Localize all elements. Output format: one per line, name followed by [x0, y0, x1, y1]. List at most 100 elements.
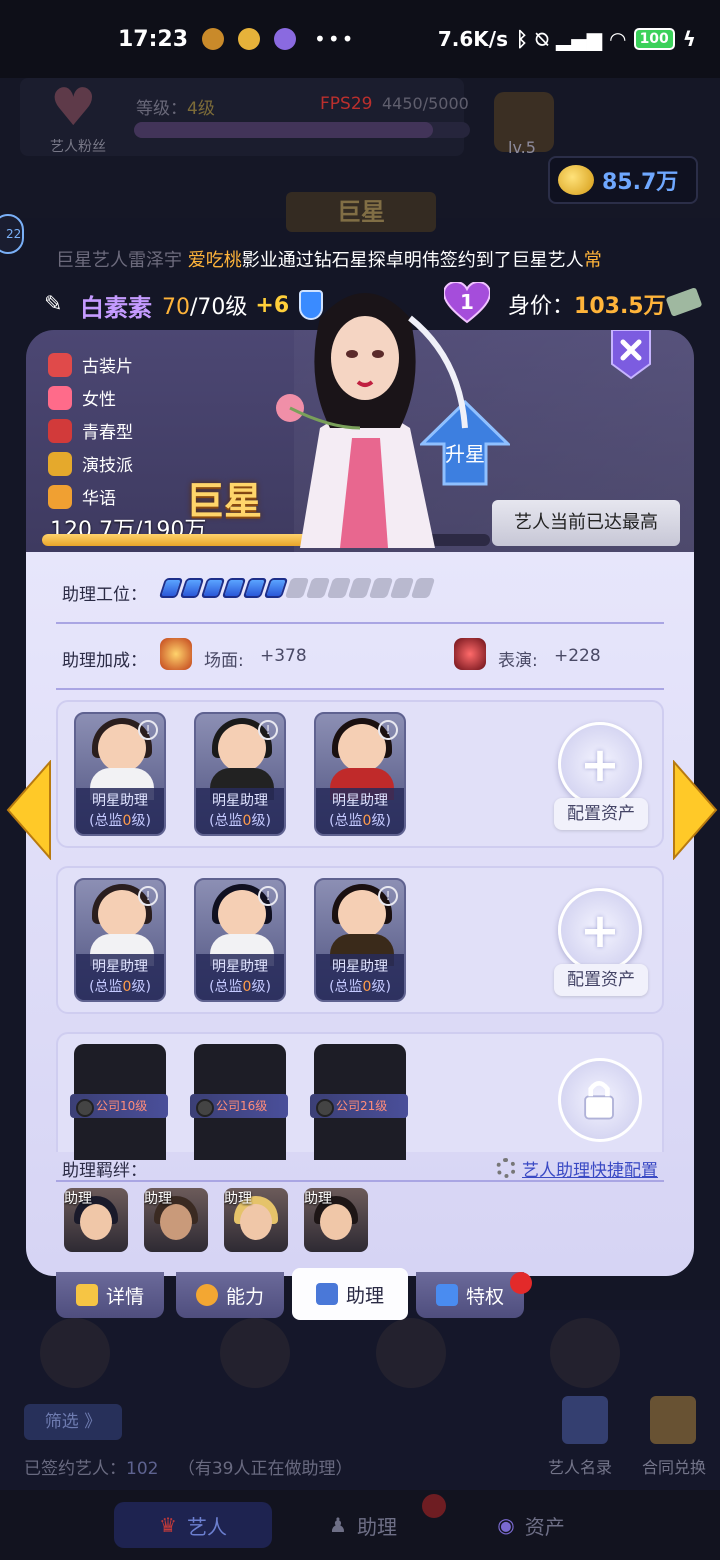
assistant-card[interactable]: ! 明星助理 (总监0级): [314, 878, 406, 1002]
fan-label: 艺人粉丝: [50, 139, 106, 155]
rename-pen-icon[interactable]: ✎: [44, 292, 70, 318]
rank-banner: 巨星: [286, 192, 436, 232]
bonus-value: +228: [554, 646, 601, 666]
assistant-title: 明星助理: [332, 793, 388, 809]
announcement-marquee: 巨星艺人雷泽宇 爱吃桃影业通过钻石星探卓明伟签约到了巨星艺人常: [56, 246, 666, 276]
max-level-button[interactable]: 艺人当前已达最高: [492, 500, 680, 546]
lips-icon: [48, 418, 72, 443]
info-icon[interactable]: !: [138, 886, 158, 906]
side-badge[interactable]: 22: [0, 214, 24, 254]
trophy-icon: [48, 451, 72, 476]
info-icon[interactable]: !: [258, 886, 278, 906]
mute-icon: ⍉: [536, 27, 549, 51]
bond-avatar[interactable]: 助理: [224, 1188, 288, 1252]
assistant-label: 明星助理 (总监0级): [316, 788, 404, 834]
tag-label: 青春型: [82, 423, 133, 443]
assistant-level: (总监0级): [209, 813, 271, 829]
app-notification-icon: [238, 28, 261, 50]
artist-list-footer: 筛选 》 已签约艺人：102 （有39人正在做助理） 艺人名录 合同兑换: [0, 1390, 720, 1490]
signal-icon: ▂▄▆: [556, 27, 603, 51]
roster-label[interactable]: 艺人名录: [548, 1454, 612, 1478]
marquee-text: 影业通过钻石星探卓明伟签约到了巨星艺人: [241, 250, 584, 271]
bond-avatar[interactable]: 助理: [144, 1188, 208, 1252]
hexagon-icon: [195, 1284, 218, 1306]
add-asset-button[interactable]: +: [558, 722, 642, 806]
roster-icon[interactable]: [562, 1396, 608, 1444]
lock-button[interactable]: [558, 1058, 642, 1142]
tab-details[interactable]: 详情: [56, 1272, 164, 1318]
bond-label: 助理羁绊：: [62, 1161, 147, 1181]
nav-artists[interactable]: ♛ 艺人: [114, 1502, 272, 1548]
config-asset-button[interactable]: 配置资产: [554, 964, 648, 996]
close-button[interactable]: [610, 330, 652, 380]
status-bar: 17:23 ••• 7.6K/s ᛒ ⍉ ▂▄▆ ◠ 100 ϟ: [0, 0, 720, 78]
info-icon[interactable]: !: [378, 886, 398, 906]
next-artist-arrow[interactable]: [672, 760, 718, 860]
assistant-card[interactable]: ! 明星助理 (总监0级): [194, 712, 286, 836]
language-icon: [48, 484, 72, 509]
assistant-card[interactable]: ! 明星助理 (总监0级): [194, 878, 286, 1002]
assistant-card[interactable]: ! 明星助理 (总监0级): [314, 712, 406, 836]
assistant-nav-icon: ♟: [329, 1513, 347, 1537]
artist-worth: 身价：103.5万: [508, 294, 666, 319]
assistant-level: (总监0级): [209, 979, 271, 995]
network-speed: 7.6K/s: [437, 27, 509, 51]
assistant-card[interactable]: ! 明星助理 (总监0级): [74, 878, 166, 1002]
lock-icon: [584, 1080, 614, 1120]
quick-config-link[interactable]: 艺人助理快捷配置: [522, 1156, 658, 1181]
assistant-slots: [158, 578, 436, 598]
assistant-panel: 助理工位： 助理加成： 场面: +378 表演: +228 ! 明星助理 (总监0级…: [26, 552, 694, 1276]
tag-label: 女性: [82, 390, 116, 410]
tab-privilege[interactable]: 特权: [416, 1272, 524, 1318]
assistant-level: (总监0级): [89, 979, 151, 995]
previous-artist-arrow[interactable]: [6, 760, 52, 860]
info-icon[interactable]: !: [258, 720, 278, 740]
assistant-title: 明星助理: [212, 793, 268, 809]
marquee-previous: 巨星艺人雷泽宇: [56, 250, 182, 271]
filter-button[interactable]: 筛选 》: [24, 1404, 122, 1440]
bluetooth-icon: ᛒ: [516, 27, 529, 51]
artist-nav-icon: ♛: [159, 1513, 177, 1537]
assistant-label: 明星助理 (总监0级): [76, 954, 164, 1000]
megaphone-icon: [435, 1284, 458, 1306]
fan-level-box[interactable]: ♥ 艺人粉丝 等级：4级 FPS29 4450/5000: [20, 78, 470, 156]
bond-avatar[interactable]: 助理: [304, 1188, 368, 1252]
tag-label: 古装片: [82, 357, 133, 377]
heart-icon: ♥: [50, 78, 97, 138]
exp-value: 4450/5000: [382, 94, 469, 113]
nav-assistants[interactable]: ♟ 助理: [284, 1502, 442, 1548]
config-asset-button[interactable]: 配置资产: [554, 798, 648, 830]
marquee-tail: 常: [583, 250, 602, 271]
coin-balance[interactable]: 85.7万: [548, 156, 698, 204]
more-notifications-icon: •••: [314, 27, 356, 51]
slots-label: 助理工位：: [62, 585, 147, 605]
contract-icon[interactable]: [650, 1396, 696, 1444]
tab-ability[interactable]: 能力: [176, 1272, 284, 1318]
gear-icon: [496, 1158, 516, 1178]
add-asset-button[interactable]: +: [558, 888, 642, 972]
nav-assets[interactable]: ◉ 资产: [452, 1502, 610, 1548]
exp-bar: [134, 122, 470, 138]
info-icon[interactable]: !: [378, 720, 398, 740]
assistant-card[interactable]: ! 明星助理 (总监0级): [74, 712, 166, 836]
bottom-nav: ♛ 艺人 ♟ 助理 ◉ 资产: [0, 1490, 720, 1560]
exchange-label[interactable]: 合同兑换: [642, 1454, 706, 1478]
charging-icon: ϟ: [682, 27, 696, 51]
female-icon: [48, 385, 72, 410]
artist-tag: 华语: [48, 484, 116, 509]
tag-label: 华语: [82, 489, 116, 509]
assistant-title: 明星助理: [212, 959, 268, 975]
assistant-label: 明星助理 (总监0级): [316, 954, 404, 1000]
assistant-label: 明星助理 (总监0级): [76, 788, 164, 834]
fps-counter: FPS29: [320, 94, 373, 114]
bonus-name: 场面:: [204, 651, 244, 671]
artist-level: 70/70级: [162, 295, 248, 320]
bonus-name: 表演:: [498, 651, 538, 671]
bond-avatar[interactable]: 助理: [64, 1188, 128, 1252]
tab-assistant[interactable]: 助理: [292, 1268, 408, 1320]
assistant-level: (总监0级): [329, 813, 391, 829]
scene-icon: [160, 638, 192, 670]
notification-dot: [510, 1272, 532, 1294]
plus-icon: +: [579, 903, 621, 959]
info-icon[interactable]: !: [138, 720, 158, 740]
